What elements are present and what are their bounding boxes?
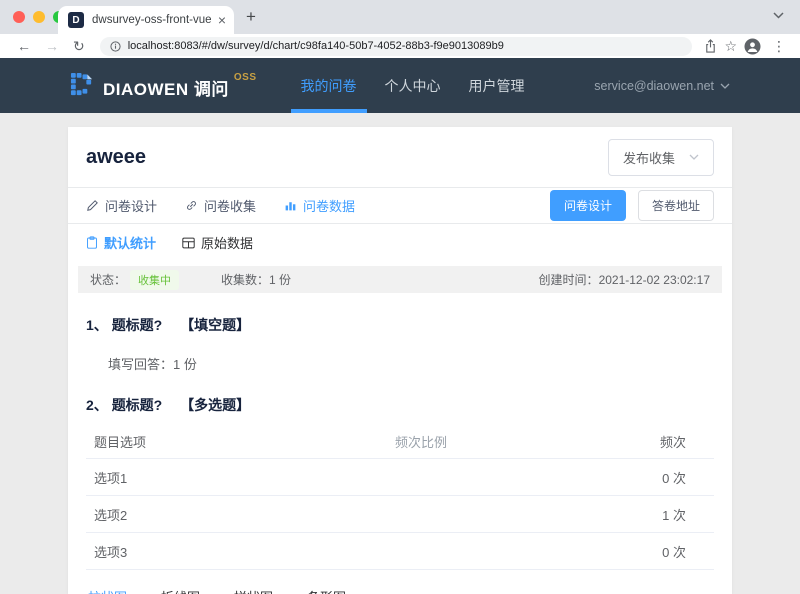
frequency-value: 0 次 (662, 544, 686, 560)
option-label: 选项3 (94, 544, 128, 560)
window-minimize-button[interactable] (33, 11, 45, 23)
bar-chart-icon (285, 202, 296, 211)
option-stats-table: 题目选项 频次比例 频次 选项1 0.00% 0 次 选项2 (86, 425, 714, 570)
oss-badge: OSS (233, 71, 257, 83)
survey-title: aweee (86, 145, 147, 168)
nav-item-my-surveys[interactable]: 我的问卷 (287, 58, 371, 113)
brand[interactable]: DIAOWEN 调问 OSS (70, 72, 257, 100)
question-2: 2、 题标题? 【多选题】 题目选项 频次比例 频次 选项1 0.00% 0 次 (68, 395, 732, 570)
subtab-default-stats-label: 默认统计 (104, 236, 157, 251)
clipboard-icon (87, 236, 97, 249)
status-label: 状态： (90, 273, 127, 287)
subtab-raw-data[interactable]: 原始数据 (182, 233, 253, 252)
survey-design-button[interactable]: 问卷设计 (549, 190, 626, 221)
question-2-number: 2、 (86, 397, 108, 413)
tab-survey-collect[interactable]: 问卷收集 (185, 196, 256, 215)
browser-toolbar: ← → ↻ localhost:8083/#/dw/survey/d/chart… (0, 34, 800, 58)
favicon: D (68, 12, 84, 28)
column-header-frequency-ratio: 频次比例 (395, 435, 448, 450)
card-header: aweee 发布收集 (68, 127, 732, 187)
account-email: service@diaowen.net (594, 78, 714, 93)
tab-title: dwsurvey-oss-front-vue (92, 14, 212, 26)
browser-menu-icon[interactable]: ⋮ (768, 38, 790, 55)
tab-survey-collect-label: 问卷收集 (204, 199, 257, 214)
question-1-number: 1、 (86, 317, 108, 333)
chart-tab-horizontal-bar[interactable]: 条形图 (305, 574, 348, 594)
question-2-title: 2、 题标题? 【多选题】 (86, 395, 714, 415)
status-bar: 状态： 收集中 收集数：1 份 创建时间：2021-12-02 23:02:17 (78, 266, 722, 293)
column-header-option: 题目选项 (94, 435, 147, 450)
diaowen-logo-icon (70, 72, 95, 97)
url-text: localhost:8083/#/dw/survey/d/chart/c98fa… (127, 40, 504, 52)
tab-search-chevron-icon[interactable] (773, 12, 784, 19)
table-header-row: 题目选项 频次比例 频次 (86, 425, 714, 459)
back-icon[interactable]: ← (17, 39, 31, 53)
answer-count-value: 1 份 (173, 357, 197, 372)
question-1-type: 【填空题】 (180, 317, 251, 333)
table-grid-icon (182, 237, 195, 248)
chevron-down-icon (689, 154, 699, 160)
table-row: 选项1 0.00% 0 次 (86, 459, 714, 496)
publish-collect-label: 发布收集 (622, 150, 675, 166)
collect-count-value: 1 份 (269, 273, 292, 287)
chart-tab-line[interactable]: 拆线图 (159, 574, 202, 594)
page-info-icon[interactable] (110, 40, 121, 52)
nav-item-personal-center[interactable]: 个人中心 (371, 58, 455, 113)
window-close-button[interactable] (13, 11, 25, 23)
question-1-answer: 填写回答：1 份 (108, 354, 714, 373)
tab-survey-design-label: 问卷设计 (105, 199, 158, 214)
address-bar[interactable]: localhost:8083/#/dw/survey/d/chart/c98fa… (99, 36, 693, 56)
chart-tab-pie[interactable]: 拼状图 (232, 574, 275, 594)
chevron-down-icon (720, 83, 730, 89)
created-time-label: 创建时间： (538, 273, 599, 287)
collect-count-label: 收集数： (221, 273, 270, 287)
question-1-text: 题标题? (111, 317, 163, 333)
survey-section-tabs: 问卷设计 问卷收集 问卷数据 问卷设计 答卷地址 (68, 188, 732, 223)
table-row: 选项3 0.00% 0 次 (86, 533, 714, 570)
question-2-text: 题标题? (111, 397, 163, 413)
frequency-value: 1 次 (662, 507, 686, 523)
answer-url-button[interactable]: 答卷地址 (637, 190, 714, 221)
status-badge: 收集中 (130, 269, 180, 290)
question-1: 1、 题标题? 【填空题】 填写回答：1 份 (68, 315, 732, 373)
chart-tab-bar[interactable]: 柱状图 (86, 574, 129, 594)
answer-count-label: 填写回答： (108, 357, 174, 372)
publish-collect-dropdown[interactable]: 发布收集 (607, 138, 714, 176)
account-menu[interactable]: service@diaowen.net (594, 79, 730, 93)
stats-subtabs: 默认统计 原始数据 (68, 224, 732, 261)
forward-icon[interactable]: → (45, 39, 59, 53)
browser-tab[interactable]: D dwsurvey-oss-front-vue × (58, 6, 234, 34)
frequency-value: 0 次 (662, 470, 686, 486)
pencil-icon (87, 200, 98, 211)
share-icon[interactable] (704, 39, 717, 53)
tab-close-icon[interactable]: × (218, 13, 226, 27)
reload-icon[interactable]: ↻ (73, 39, 85, 53)
subtab-default-stats[interactable]: 默认统计 (86, 233, 156, 252)
nav-item-user-management[interactable]: 用户管理 (455, 58, 539, 113)
table-row: 选项2 100.00% 1 次 (86, 496, 714, 533)
tab-survey-data-label: 问卷数据 (303, 199, 356, 214)
chart-type-tabs: 柱状图 拆线图 拼状图 条形图 (68, 574, 732, 594)
question-1-title: 1、 题标题? 【填空题】 (86, 315, 714, 335)
option-label: 选项1 (94, 470, 128, 486)
created-time-value: 2021-12-02 23:02:17 (598, 273, 710, 287)
profile-avatar-icon[interactable] (744, 38, 761, 55)
app-navbar: DIAOWEN 调问 OSS 我的问卷 个人中心 用户管理 service@di… (0, 58, 800, 113)
column-header-frequency: 频次 (659, 435, 686, 450)
new-tab-button[interactable]: + (246, 7, 256, 27)
main-nav: 我的问卷 个人中心 用户管理 (287, 58, 539, 113)
link-icon (187, 201, 196, 210)
tab-survey-design[interactable]: 问卷设计 (86, 196, 157, 215)
brand-name: DIAOWEN 调问 (103, 79, 229, 99)
question-2-type: 【多选题】 (180, 397, 251, 413)
tab-survey-data[interactable]: 问卷数据 (284, 196, 355, 215)
subtab-raw-data-label: 原始数据 (201, 236, 254, 251)
survey-card: aweee 发布收集 问卷设计 问卷收集 问卷数据 问卷设计 答卷地址 默认统计 (68, 127, 732, 594)
browser-tabstrip: D dwsurvey-oss-front-vue × + (0, 0, 800, 34)
bookmark-star-icon[interactable]: ☆ (724, 38, 737, 55)
